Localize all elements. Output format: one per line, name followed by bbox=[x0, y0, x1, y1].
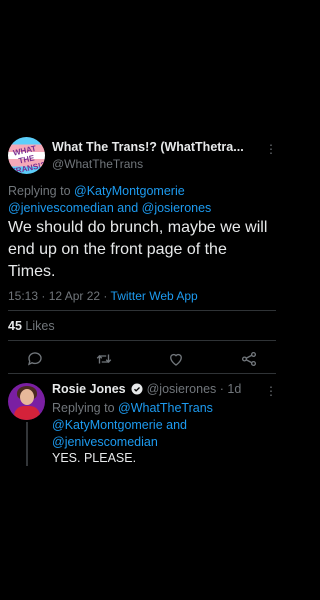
tweet-source[interactable]: Twitter Web App bbox=[111, 289, 198, 303]
more-icon[interactable]: ⋮ bbox=[265, 384, 277, 398]
mention-link[interactable]: @jenivescomedian bbox=[8, 201, 114, 215]
mention-link[interactable]: @josierones bbox=[142, 201, 212, 215]
reply-handle-time[interactable]: @josierones · 1d bbox=[147, 382, 242, 396]
mention-link[interactable]: @WhatTheTrans bbox=[118, 401, 213, 415]
mention-link[interactable]: @KatyMontgomerie bbox=[52, 418, 163, 432]
likes-count: 45 bbox=[8, 319, 22, 333]
verified-badge-icon bbox=[131, 383, 143, 395]
divider bbox=[8, 310, 276, 311]
author-display-name[interactable]: What The Trans!? (WhatThetra... bbox=[52, 140, 244, 154]
share-icon[interactable] bbox=[240, 350, 258, 368]
mention-link[interactable]: @jenivescomedian bbox=[52, 435, 158, 449]
reply-replying-to-line: Replying to @WhatTheTrans @KatyMontgomer… bbox=[52, 400, 272, 451]
reply-author-line: Rosie Jones @josierones · 1d bbox=[52, 382, 241, 396]
tweet-timestamp[interactable]: 15:13 · 12 Apr 22 · bbox=[8, 289, 107, 303]
tweet-meta: 15:13 · 12 Apr 22 · Twitter Web App bbox=[8, 289, 198, 303]
mention-link[interactable]: @KatyMontgomerie bbox=[74, 184, 185, 198]
avatar-shirt bbox=[14, 406, 40, 420]
mention-and: and bbox=[117, 201, 139, 215]
like-icon[interactable] bbox=[167, 350, 185, 368]
replying-prefix: Replying to bbox=[8, 184, 71, 198]
thread-line bbox=[26, 422, 28, 466]
tweet-text: We should do brunch, maybe we will end u… bbox=[8, 219, 268, 280]
author-handle[interactable]: @WhatTheTrans bbox=[52, 157, 143, 171]
more-icon[interactable]: ⋮ bbox=[265, 142, 277, 156]
reply-author-name[interactable]: Rosie Jones bbox=[52, 382, 126, 396]
divider bbox=[8, 373, 276, 374]
reply-text: YES. PLEASE. bbox=[52, 451, 137, 465]
avatar-face bbox=[20, 389, 34, 405]
replying-to-line: Replying to @KatyMontgomerie @jenivescom… bbox=[8, 183, 276, 217]
divider bbox=[8, 340, 276, 341]
likes-label: Likes bbox=[25, 319, 55, 333]
mention-and: and bbox=[166, 418, 187, 432]
retweet-icon[interactable] bbox=[95, 350, 113, 368]
reply-author-avatar[interactable] bbox=[8, 383, 45, 420]
reply-icon[interactable] bbox=[26, 350, 44, 368]
author-avatar[interactable]: WHAT THE TRANS!? bbox=[8, 137, 45, 174]
avatar-logo-text: WHAT THE TRANS!? bbox=[10, 143, 45, 174]
replying-prefix: Replying to bbox=[52, 401, 115, 415]
likes-summary[interactable]: 45 Likes bbox=[8, 319, 55, 333]
